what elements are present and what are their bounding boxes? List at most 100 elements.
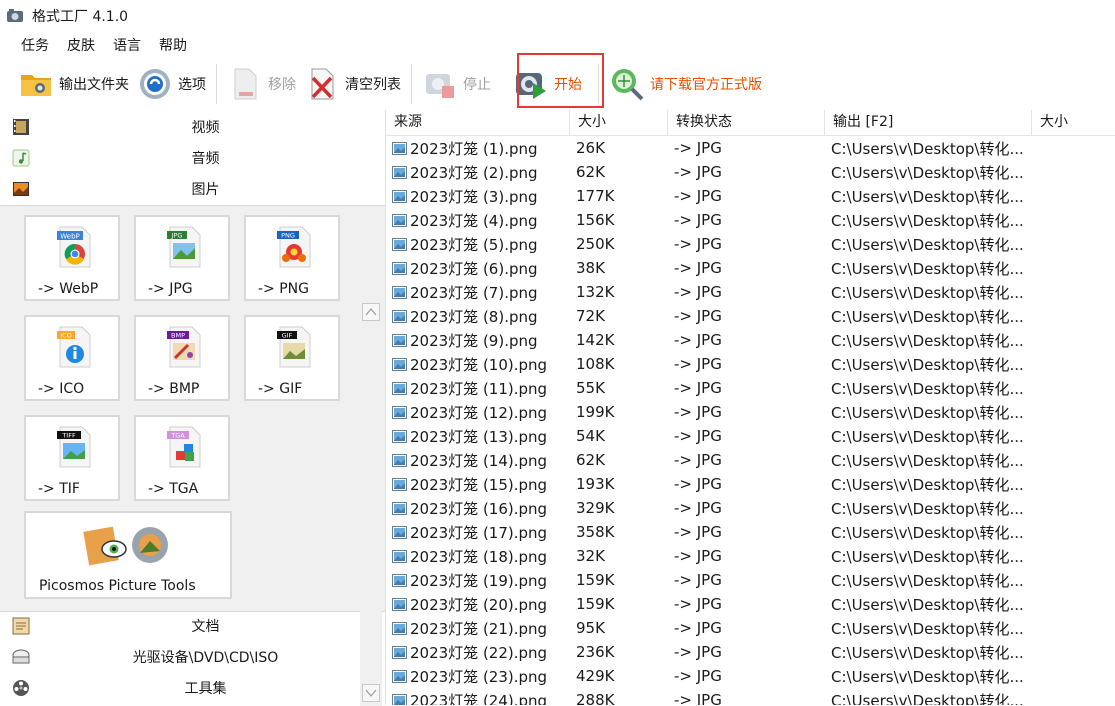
- source-filename: 2023灯笼 (16).png: [410, 499, 548, 518]
- task-list-header: 来源 大小 转换状态 输出 [F2] 大小: [386, 110, 1115, 136]
- table-row[interactable]: 2023灯笼 (8).png 72K -> JPG C:\Users\v\Deskto…: [386, 304, 1115, 328]
- table-row[interactable]: 2023灯笼 (9).png 142K -> JPG C:\Users\v\Deskt…: [386, 328, 1115, 352]
- png-file-icon: PNG: [277, 226, 311, 268]
- format-ico-label: -> ICO: [38, 381, 85, 397]
- menu-task[interactable]: 任务: [12, 35, 58, 55]
- table-row[interactable]: 2023灯笼 (7).png 132K -> JPG C:\Users\v\Deskt…: [386, 280, 1115, 304]
- cell-size: 55K: [576, 379, 605, 397]
- category-audio-label: 音频: [191, 150, 220, 167]
- jpg-tag: JPG: [171, 232, 183, 240]
- category-panel: 视频 音频 图片 WebP -> WebP JPG -> JPG PNG -> …: [0, 110, 386, 706]
- gif-file-icon: GIF: [277, 326, 311, 368]
- menu-help[interactable]: 帮助: [150, 35, 196, 55]
- cell-source: 2023灯笼 (8).png: [386, 306, 570, 327]
- column-output-size[interactable]: 大小: [1032, 110, 1115, 135]
- table-row[interactable]: 2023灯笼 (21).png 95K -> JPG C:\Users\v\Deskt…: [386, 616, 1115, 640]
- cell-status: -> JPG: [674, 187, 722, 205]
- table-row[interactable]: 2023灯笼 (17).png 358K -> JPG C:\Users\v\Desk…: [386, 520, 1115, 544]
- source-filename: 2023灯笼 (7).png: [410, 283, 538, 302]
- cell-output: C:\Users\v\Desktop\转化...: [831, 667, 1024, 686]
- table-row[interactable]: 2023灯笼 (3).png 177K -> JPG C:\Users\v\Deskt…: [386, 184, 1115, 208]
- table-row[interactable]: 2023灯笼 (24).png 288K -> JPG C:\Users\v\Desk…: [386, 688, 1115, 705]
- title-bar: 格式工厂 4.1.0: [0, 0, 1115, 32]
- format-gif-tile[interactable]: GIF -> GIF: [244, 315, 340, 401]
- source-filename: 2023灯笼 (11).png: [410, 379, 548, 398]
- category-tools-label: 工具集: [184, 680, 227, 697]
- remove-label: 移除: [268, 77, 296, 93]
- remove-button[interactable]: 移除: [223, 62, 300, 106]
- column-size[interactable]: 大小: [570, 110, 668, 135]
- table-row[interactable]: 2023灯笼 (13).png 54K -> JPG C:\Users\v\Deskt…: [386, 424, 1115, 448]
- column-output[interactable]: 输出 [F2]: [825, 110, 1032, 135]
- ico-file-icon: ICO: [57, 326, 91, 368]
- table-row[interactable]: 2023灯笼 (5).png 250K -> JPG C:\Users\v\Deskt…: [386, 232, 1115, 256]
- cell-source: 2023灯笼 (5).png: [386, 234, 570, 255]
- format-ico-tile[interactable]: ICO -> ICO: [24, 315, 120, 401]
- table-row[interactable]: 2023灯笼 (20).png 159K -> JPG C:\Users\v\Desk…: [386, 592, 1115, 616]
- category-tools[interactable]: 工具集: [0, 672, 385, 703]
- picosmos-icon: [83, 526, 168, 566]
- cell-source: 2023灯笼 (6).png: [386, 258, 570, 279]
- table-row[interactable]: 2023灯笼 (1).png 26K -> JPG C:\Users\v\Deskto…: [386, 136, 1115, 160]
- cell-status: -> JPG: [674, 379, 722, 397]
- stop-button[interactable]: 停止: [418, 62, 495, 106]
- table-row[interactable]: 2023灯笼 (22).png 236K -> JPG C:\Users\v\Desk…: [386, 640, 1115, 664]
- cell-source: 2023灯笼 (22).png: [386, 642, 570, 663]
- format-jpg-tile[interactable]: JPG -> JPG: [134, 215, 230, 301]
- disc-drive-icon: [12, 649, 30, 663]
- category-disc[interactable]: 光驱设备\DVD\CD\ISO: [0, 641, 385, 672]
- table-row[interactable]: 2023灯笼 (10).png 108K -> JPG C:\Users\v\Desk…: [386, 352, 1115, 376]
- cell-status: -> JPG: [674, 163, 722, 181]
- table-row[interactable]: 2023灯笼 (4).png 156K -> JPG C:\Users\v\Deskt…: [386, 208, 1115, 232]
- format-png-tile[interactable]: PNG -> PNG: [244, 215, 340, 301]
- source-filename: 2023灯笼 (4).png: [410, 211, 538, 230]
- category-audio[interactable]: 音频: [0, 142, 385, 173]
- table-row[interactable]: 2023灯笼 (16).png 329K -> JPG C:\Users\v\Desk…: [386, 496, 1115, 520]
- stop-label: 停止: [463, 77, 491, 93]
- image-file-icon: [392, 309, 407, 323]
- cell-size: 193K: [576, 475, 615, 493]
- scroll-up-arrow-icon[interactable]: [362, 303, 380, 321]
- start-button[interactable]: 开始: [509, 62, 586, 106]
- cell-output: C:\Users\v\Desktop\转化...: [831, 403, 1024, 422]
- column-source[interactable]: 来源: [386, 110, 570, 135]
- table-row[interactable]: 2023灯笼 (23).png 429K -> JPG C:\Users\v\Desk…: [386, 664, 1115, 688]
- cell-source: 2023灯笼 (24).png: [386, 690, 570, 705]
- film-icon: [13, 118, 29, 135]
- menu-skin[interactable]: 皮肤: [58, 35, 104, 55]
- cell-status: -> JPG: [674, 331, 722, 349]
- category-document[interactable]: 文档: [0, 610, 385, 641]
- menu-language[interactable]: 语言: [104, 35, 150, 55]
- table-row[interactable]: 2023灯笼 (11).png 55K -> JPG C:\Users\v\Deskt…: [386, 376, 1115, 400]
- image-file-icon: [392, 261, 407, 275]
- cell-size: 38K: [576, 259, 605, 277]
- table-row[interactable]: 2023灯笼 (15).png 193K -> JPG C:\Users\v\Desk…: [386, 472, 1115, 496]
- image-file-icon: [392, 501, 407, 515]
- picosmos-picture-tools-tile[interactable]: Picosmos Picture Tools: [24, 511, 232, 599]
- column-status[interactable]: 转换状态: [668, 110, 825, 135]
- cell-status: -> JPG: [674, 307, 722, 325]
- format-bmp-tile[interactable]: BMP -> BMP: [134, 315, 230, 401]
- download-official-button[interactable]: 请下载官方正式版: [605, 62, 766, 106]
- table-row[interactable]: 2023灯笼 (19).png 159K -> JPG C:\Users\v\Desk…: [386, 568, 1115, 592]
- category-image[interactable]: 图片: [0, 173, 385, 204]
- source-filename: 2023灯笼 (17).png: [410, 523, 548, 542]
- table-row[interactable]: 2023灯笼 (2).png 62K -> JPG C:\Users\v\Deskto…: [386, 160, 1115, 184]
- cell-output: C:\Users\v\Desktop\转化...: [831, 547, 1024, 566]
- category-video[interactable]: 视频: [0, 111, 385, 142]
- format-tif-tile[interactable]: TIFF -> TIF: [24, 415, 120, 501]
- cell-source: 2023灯笼 (11).png: [386, 378, 570, 399]
- options-button[interactable]: 选项: [133, 62, 210, 106]
- image-file-icon: [392, 189, 407, 203]
- format-webp-tile[interactable]: WebP -> WebP: [24, 215, 120, 301]
- clear-list-button[interactable]: 清空列表: [300, 62, 405, 106]
- cell-source: 2023灯笼 (10).png: [386, 354, 570, 375]
- table-row[interactable]: 2023灯笼 (6).png 38K -> JPG C:\Users\v\Deskto…: [386, 256, 1115, 280]
- task-list[interactable]: 来源 大小 转换状态 输出 [F2] 大小 2023灯笼 (1).png 26K -…: [386, 110, 1115, 705]
- output-folder-button[interactable]: 输出文件夹: [14, 62, 133, 106]
- format-tga-tile[interactable]: TGA -> TGA: [134, 415, 230, 501]
- table-row[interactable]: 2023灯笼 (14).png 62K -> JPG C:\Users\v\Deskt…: [386, 448, 1115, 472]
- format-tga-label: -> TGA: [148, 481, 199, 497]
- table-row[interactable]: 2023灯笼 (18).png 32K -> JPG C:\Users\v\Deskt…: [386, 544, 1115, 568]
- table-row[interactable]: 2023灯笼 (12).png 199K -> JPG C:\Users\v\Desk…: [386, 400, 1115, 424]
